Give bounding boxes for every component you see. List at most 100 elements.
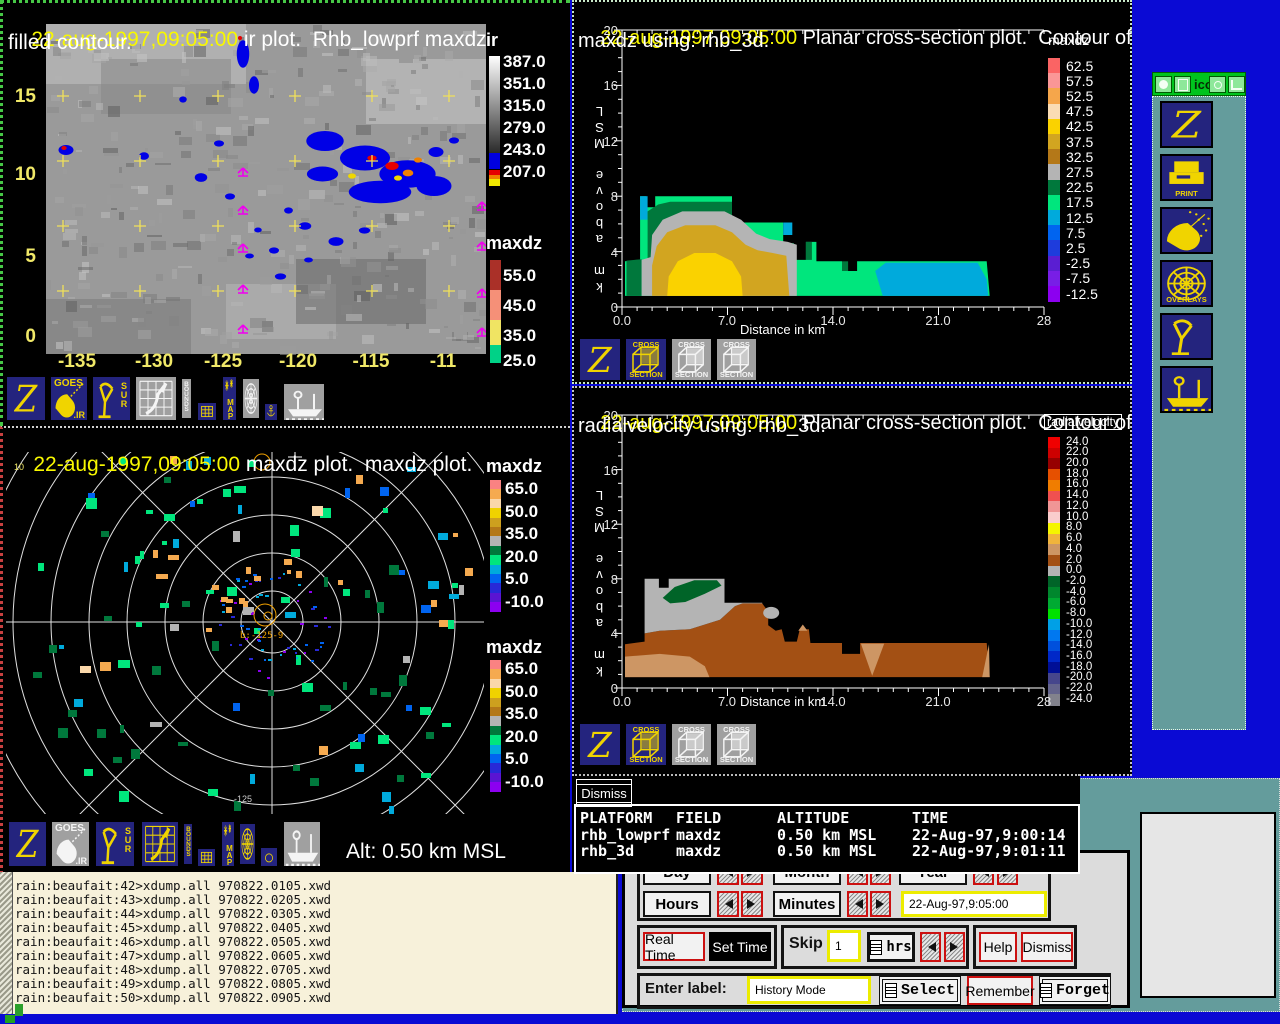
xs2-cross-section-button-1[interactable]: CROSSSECTION	[624, 722, 668, 767]
set-time-button[interactable]: Set Time	[709, 932, 771, 961]
hours-forward-button[interactable]	[741, 891, 763, 917]
ppi-colorbar-segment	[490, 583, 501, 593]
ppi-title-time: 22-aug-1997,09:05:00	[33, 453, 240, 476]
ppi-colorbar-label: 35.0	[505, 524, 561, 544]
ir-x-tick: -11	[411, 351, 475, 373]
skip-input[interactable]: 1	[827, 930, 861, 962]
help-button[interactable]: Help	[979, 932, 1017, 962]
minutes-back-button[interactable]	[847, 891, 868, 917]
ir-colorbar-segment	[489, 153, 500, 169]
xs1-colorbar-label: 2.5	[1066, 240, 1118, 256]
dock-satellite-dish-button[interactable]	[1160, 207, 1213, 254]
ir-maxdz-label: 25.0	[503, 351, 555, 371]
ir-toolbar-zebra-logo[interactable]: Z	[5, 375, 47, 422]
dock-ship-button[interactable]	[1160, 366, 1213, 413]
svg-text:Z: Z	[587, 725, 613, 765]
skip-units-menu-button[interactable]: hrs	[867, 932, 915, 962]
ppi-toolbar-overlay-rings[interactable]	[238, 822, 257, 866]
window-dot-icon[interactable]	[1209, 76, 1226, 93]
xs1-cross-section-button-2[interactable]: CROSSSECTION	[670, 337, 713, 382]
ppi-toolbar-radar-sur-label: SUR	[123, 826, 133, 853]
help-label: Help	[984, 939, 1013, 955]
platform-table-row: rhb_3d	[580, 842, 634, 860]
terminal-scrollbar[interactable]	[0, 872, 13, 1014]
xs2-colorbar-segment	[1048, 458, 1060, 469]
ppi-toolbar-radar-grid[interactable]	[140, 820, 180, 868]
ir-toolbar-radar-sur-label: SUR	[119, 381, 129, 408]
xs2-colorbar-segment	[1048, 619, 1060, 630]
dock-print-button[interactable]: PRINT	[1160, 154, 1213, 201]
label-input[interactable]: History Mode	[747, 976, 871, 1004]
minutes-forward-button[interactable]	[870, 891, 891, 917]
ir-toolbar-grid[interactable]	[196, 401, 218, 422]
ir-toolbar-radar-sur[interactable]: SUR	[91, 375, 132, 422]
xs2-colorbar-segment	[1048, 587, 1060, 598]
window-square-icon[interactable]	[1174, 76, 1191, 93]
svg-text:Z: Z	[587, 340, 613, 380]
ir-x-tick: -135	[45, 351, 109, 373]
ppi-toolbar-bounds[interactable]: BOUNDS	[182, 822, 194, 866]
ppi-toolbar-circle[interactable]	[259, 846, 279, 868]
skip-back-button[interactable]	[920, 932, 941, 962]
xs1-colorbar-label: 52.5	[1066, 88, 1118, 104]
platform-dismiss-button[interactable]: Dismiss	[576, 779, 632, 807]
menu-icon	[870, 940, 882, 955]
ir-toolbar-goes-ir[interactable]: GOES.IR	[49, 375, 89, 422]
xs1-colorbar-title: maxdz	[1048, 32, 1089, 48]
xs1-cross-section-button-3[interactable]: CROSSSECTION	[715, 337, 758, 382]
dismiss-button[interactable]: Dismiss	[1021, 932, 1073, 962]
ir-maxdz-segment	[490, 260, 501, 290]
label-value: History Mode	[755, 983, 826, 997]
xs1-colorbar-segment	[1048, 195, 1060, 211]
ppi-toolbar-zebra-logo[interactable]: Z	[7, 820, 48, 868]
ir-toolbar-bounds[interactable]: BOUNDS	[180, 377, 193, 420]
select-menu-button[interactable]: Select	[879, 976, 961, 1005]
xs2-y-tick: 4	[596, 626, 618, 641]
xs1-cross-section-button-1[interactable]: CROSSSECTION	[624, 337, 668, 382]
forget-menu-button[interactable]: Forget	[1039, 976, 1111, 1005]
ir-toolbar-radar-grid[interactable]	[134, 375, 178, 422]
window-iconify-icon[interactable]	[1228, 76, 1245, 93]
platform-table-row: maxdz	[676, 842, 721, 860]
dock-overlays-button[interactable]: OVERLAYS	[1160, 260, 1213, 307]
icon-dock-titlebar[interactable]: icon	[1152, 72, 1246, 96]
dock-radar-antenna-button[interactable]	[1160, 313, 1213, 360]
xs1-zebra-logo-button-0[interactable]: Z	[578, 337, 622, 382]
ppi-colorbar-segment	[490, 508, 501, 518]
ppi-colorbar-segment	[490, 489, 501, 499]
hours-back-button[interactable]	[717, 891, 739, 917]
dock-print-button-label: PRINT	[1162, 189, 1211, 198]
xs2-cross-section-button-3[interactable]: CROSSSECTION	[715, 722, 758, 767]
ir-toolbar-overlay-rings[interactable]	[241, 377, 261, 420]
skip-forward-button[interactable]	[944, 932, 965, 962]
xs2-x-tick: 0.0	[602, 694, 642, 709]
hours-button[interactable]: Hours	[643, 891, 711, 917]
xs2-colorbar-title: radialvelocity	[1044, 414, 1122, 430]
remember-button[interactable]: Remember	[967, 976, 1033, 1005]
xs2-colorbar-segment	[1048, 555, 1060, 566]
time-input[interactable]: 22-Aug-97,9:05:00	[901, 891, 1047, 917]
xterm-window[interactable]: rain:beaufait:42>xdump.all 970822.0105.x…	[0, 872, 618, 1014]
xs2-cross-section-button-2[interactable]: CROSSSECTION	[670, 722, 713, 767]
xs2-zebra-logo-button-0[interactable]: Z	[578, 722, 622, 767]
ppi-toolbar-goes-ir[interactable]: GOES.IR	[50, 820, 91, 868]
ir-title-text: ir plot. Rhb_lowprf maxdz	[238, 28, 487, 51]
xs2-colorbar-segment	[1048, 651, 1060, 662]
ppi-toolbar-radar-sur[interactable]: SUR	[94, 820, 136, 868]
real-time-button[interactable]: Real Time	[643, 932, 705, 961]
window-menu-icon[interactable]	[1155, 76, 1172, 93]
minutes-button[interactable]: Minutes	[773, 891, 841, 917]
xs2-colorbar-segment	[1048, 523, 1060, 534]
ir-toolbar-map[interactable]: MAP	[221, 375, 238, 422]
ppi-toolbar-map[interactable]: MAP	[220, 820, 236, 868]
dock-zebra-logo-button[interactable]: Z	[1160, 101, 1213, 148]
xs1-colorbar-label: -2.5	[1066, 255, 1118, 271]
ir-toolbar-ship[interactable]	[282, 382, 326, 422]
xs2-x-tick: 28	[1024, 694, 1064, 709]
xs2-colorbar-segment	[1048, 598, 1060, 609]
ppi-radar-display: b:-125-910-125	[6, 452, 484, 814]
ppi-toolbar-grid[interactable]	[196, 847, 217, 868]
ppi-toolbar-ship[interactable]	[282, 820, 322, 868]
ir-toolbar-buoy[interactable]	[263, 402, 279, 422]
xs2-colorbar-segment	[1048, 566, 1060, 577]
